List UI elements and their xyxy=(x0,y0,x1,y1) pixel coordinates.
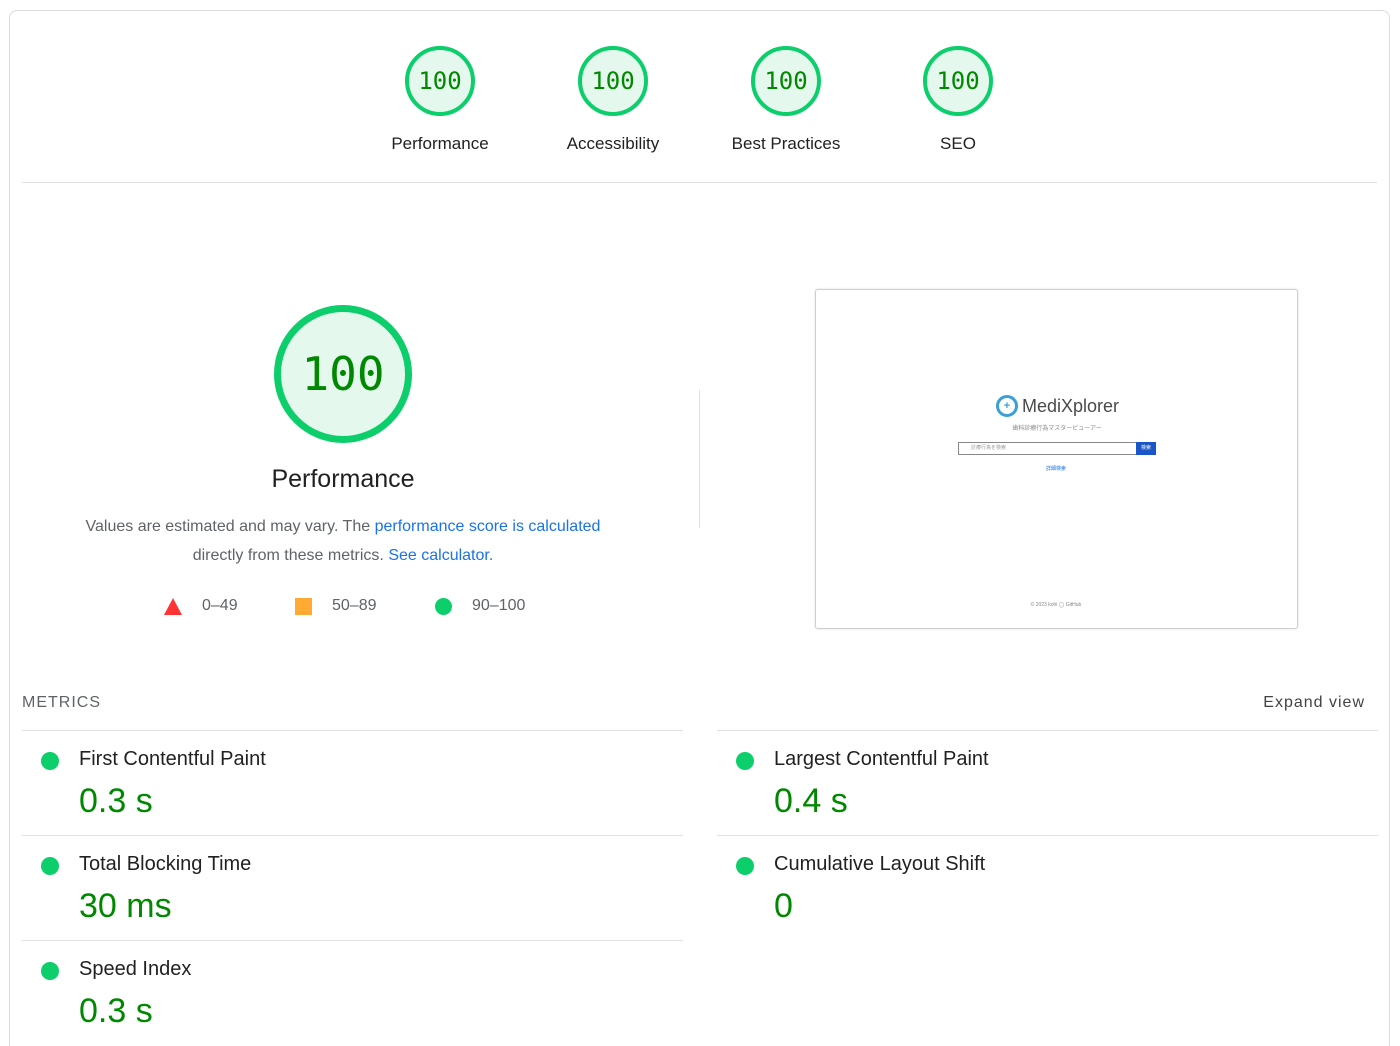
gauge-score: 100 xyxy=(751,46,821,116)
final-screenshot[interactable]: + MediXplorer 歯科診療行為マスタービューアー 診療行為を検索 検索… xyxy=(815,289,1298,629)
gauge-label: Accessibility xyxy=(566,134,660,153)
category-gauges: 100 Performance 100 Accessibility 100 Be… xyxy=(0,46,1400,166)
gauge-score: 100 xyxy=(923,46,993,116)
performance-title: Performance xyxy=(271,465,415,493)
metric-title: Cumulative Layout Shift xyxy=(774,853,986,875)
orange-square-icon xyxy=(295,597,312,615)
metric-cls: Cumulative Layout Shift 0 xyxy=(717,835,1378,940)
gauge-score: 100 xyxy=(405,46,475,116)
metric-title: Largest Contentful Paint xyxy=(774,748,989,770)
gauge-best-practices[interactable]: 100 Best Practices xyxy=(706,46,866,154)
red-triangle-icon xyxy=(164,597,182,615)
divider xyxy=(22,182,1377,183)
thumbnail-search-button: 検索 xyxy=(1136,442,1156,455)
legend-pass: 90–100 xyxy=(435,597,525,615)
performance-description: Values are estimated and may vary. The p… xyxy=(43,512,643,570)
expand-view-toggle[interactable]: Expand view xyxy=(1263,694,1365,712)
gauge-score: 100 xyxy=(578,46,648,116)
metric-title: Total Blocking Time xyxy=(79,853,252,875)
metric-title: First Contentful Paint xyxy=(79,748,266,770)
metric-value: 0.3 s xyxy=(79,992,153,1030)
app-subtitle: 歯科診療行為マスタービューアー xyxy=(1012,426,1102,432)
thumbnail-footer: © 2023 kohi ◯ GitHub xyxy=(1030,602,1082,608)
metric-speed-index: Speed Index 0.3 s xyxy=(22,940,683,1045)
description-text: Values are estimated and may vary. The xyxy=(85,518,375,535)
pass-circle-icon xyxy=(736,857,754,875)
thumbnail-search-input: 診療行為を検索 xyxy=(958,442,1136,455)
green-circle-icon xyxy=(435,597,452,615)
app-logo: + MediXplorer xyxy=(996,395,1119,417)
description-text: directly from these metrics. xyxy=(192,547,389,564)
metrics-heading: METRICS xyxy=(22,694,101,711)
metric-fcp: First Contentful Paint 0.3 s xyxy=(22,730,683,835)
gauge-label: Best Practices xyxy=(731,134,841,153)
thumbnail-advanced-link: 詳細検索 xyxy=(1045,466,1066,472)
gauge-label: Performance xyxy=(391,134,489,153)
metric-title: Speed Index xyxy=(79,958,192,980)
metric-value: 30 ms xyxy=(79,887,172,925)
pass-circle-icon xyxy=(41,752,59,770)
app-name: MediXplorer xyxy=(1022,395,1120,416)
pass-circle-icon xyxy=(41,962,59,980)
legend-range: 0–49 xyxy=(202,597,238,614)
metric-value: 0 xyxy=(774,887,793,925)
gauge-performance[interactable]: 100 Performance xyxy=(360,46,520,154)
medical-logo-icon: + xyxy=(996,395,1018,417)
performance-score-gauge: 100 xyxy=(274,305,412,443)
metric-lcp: Largest Contentful Paint 0.4 s xyxy=(717,730,1378,835)
gauge-seo[interactable]: 100 SEO xyxy=(878,46,1038,154)
metric-value: 0.4 s xyxy=(774,782,848,820)
metric-tbt: Total Blocking Time 30 ms xyxy=(22,835,683,940)
gauge-accessibility[interactable]: 100 Accessibility xyxy=(533,46,693,154)
performance-score-link[interactable]: performance score is calculated xyxy=(375,518,601,535)
see-calculator-link[interactable]: See calculator. xyxy=(388,547,493,564)
legend-range: 90–100 xyxy=(472,597,526,614)
legend-average: 50–89 xyxy=(295,597,377,615)
vertical-divider xyxy=(699,390,700,528)
pass-circle-icon xyxy=(736,752,754,770)
legend-range: 50–89 xyxy=(332,597,377,614)
legend-fail: 0–49 xyxy=(164,597,238,615)
pass-circle-icon xyxy=(41,857,59,875)
metric-value: 0.3 s xyxy=(79,782,153,820)
gauge-label: SEO xyxy=(940,134,976,153)
